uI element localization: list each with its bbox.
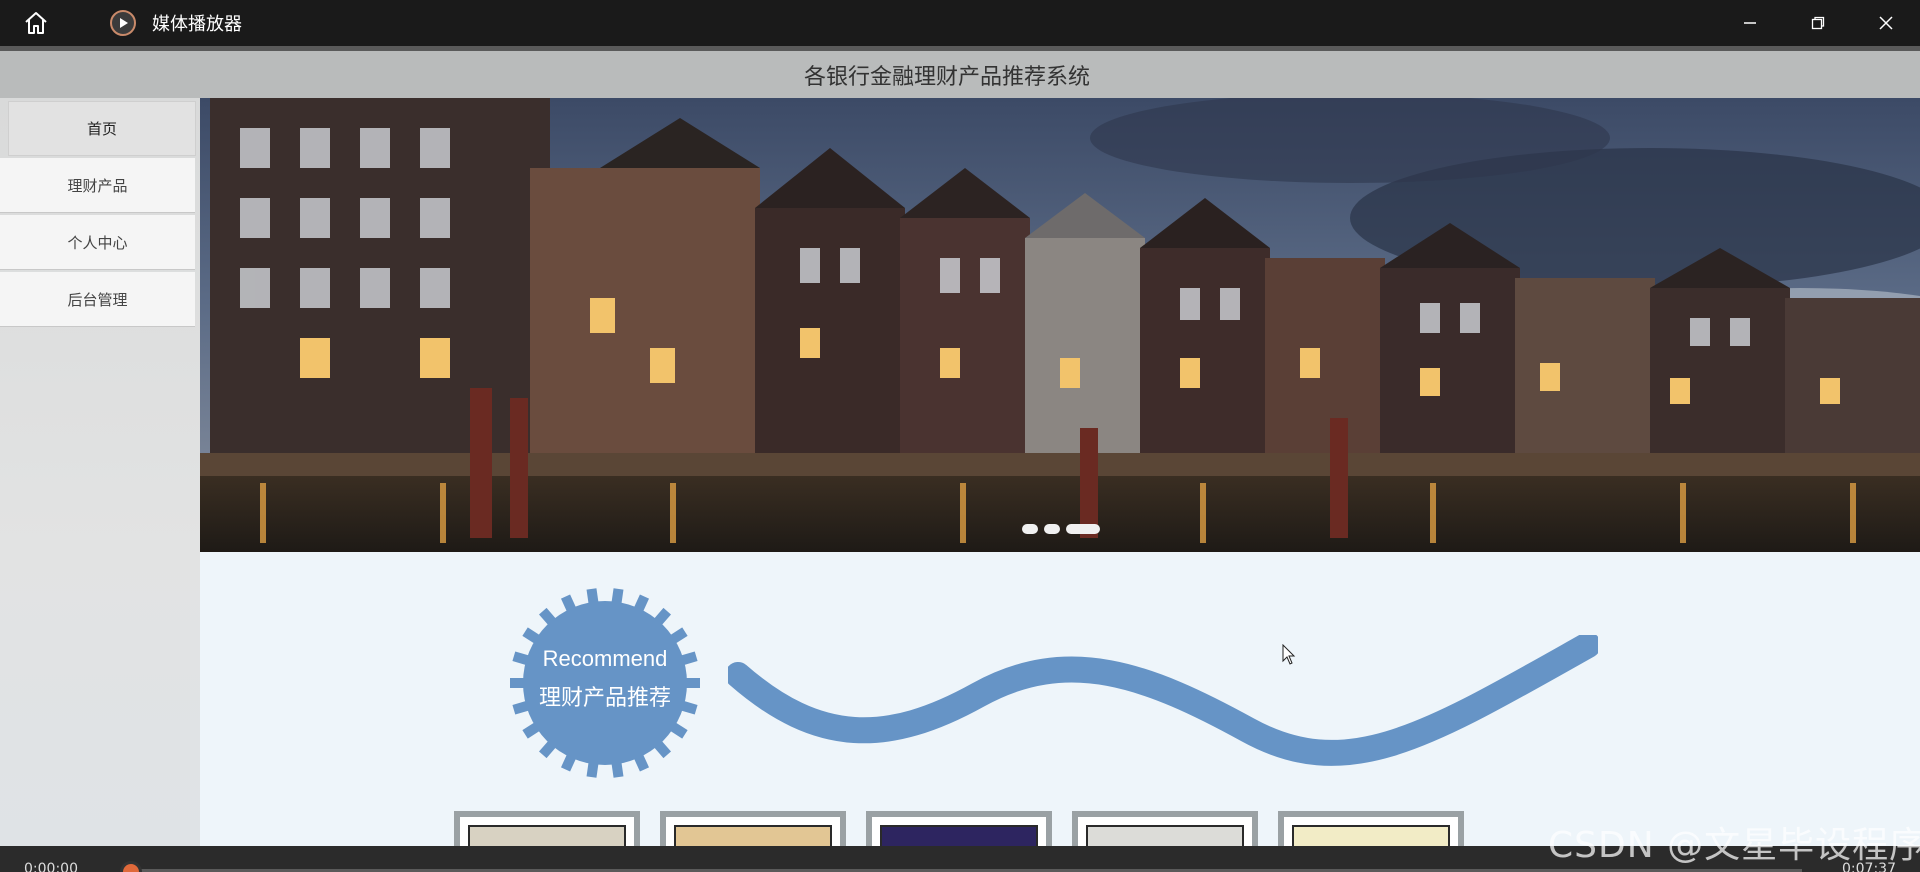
badge-tooth — [586, 588, 599, 604]
badge-tooth — [611, 762, 624, 778]
mouse-cursor-icon — [1282, 644, 1296, 665]
banner-image — [200, 98, 1920, 552]
carousel-dot[interactable] — [1044, 524, 1060, 534]
close-icon[interactable] — [1852, 0, 1920, 46]
nav-item-home[interactable]: 首页 — [8, 101, 196, 156]
minimize-icon[interactable] — [1716, 0, 1784, 46]
current-time: 0:00:00 — [24, 861, 78, 872]
app-title: 媒体播放器 — [152, 14, 242, 35]
watermark: CSDN @文星毕设程序 — [1548, 825, 1920, 866]
nav-item-label: 后台管理 — [67, 290, 128, 309]
restore-icon[interactable] — [1784, 0, 1852, 46]
window-controls — [1716, 0, 1920, 46]
carousel-dot[interactable] — [1022, 524, 1038, 534]
nav-item-products[interactable]: 理财产品 — [0, 158, 195, 213]
play-icon — [110, 10, 136, 36]
nav-item-admin[interactable]: 后台管理 — [0, 272, 195, 327]
recommend-heading-en: Recommend — [542, 646, 668, 671]
recommend-heading-cn: 理财产品推荐 — [538, 686, 671, 711]
banner-carousel[interactable] — [200, 98, 1920, 552]
player-titlebar: 媒体播放器 — [0, 0, 1920, 46]
nav-item-label: 首页 — [86, 120, 117, 138]
nav-item-label: 个人中心 — [67, 233, 128, 252]
nav-item-label: 理财产品 — [67, 176, 128, 195]
decorative-wave — [728, 635, 1598, 766]
site-title: 各银行金融理财产品推荐系统 — [803, 64, 1090, 90]
badge-tooth — [586, 762, 599, 778]
sidebar: 首页 理财产品 个人中心 后台管理 — [0, 98, 200, 846]
carousel-dot-active[interactable] — [1066, 524, 1100, 534]
nav-item-profile[interactable]: 个人中心 — [0, 215, 195, 270]
home-icon[interactable] — [22, 9, 50, 37]
badge-tooth — [611, 588, 624, 604]
seek-handle[interactable] — [120, 861, 142, 872]
carousel-dots — [1022, 524, 1100, 534]
site-header: 各银行金融理财产品推荐系统 — [0, 51, 1920, 98]
